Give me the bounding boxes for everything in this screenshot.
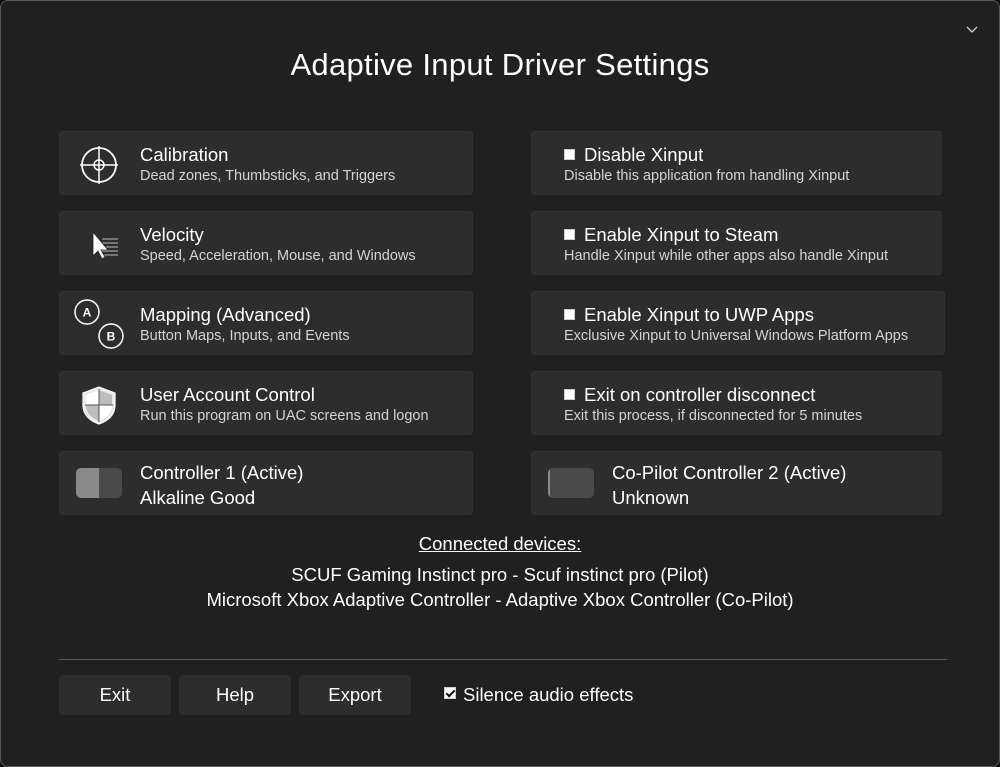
option-description: Disable this application from handling X…	[564, 168, 850, 184]
shield-icon	[78, 384, 120, 426]
battery-fill	[548, 468, 551, 498]
battery-indicator	[76, 468, 122, 498]
controller-status: Alkaline Good	[140, 487, 256, 508]
ab-buttons-icon: A B	[72, 298, 128, 352]
velocity-card[interactable]: Velocity Speed, Acceleration, Mouse, and…	[59, 211, 473, 275]
device-item: SCUF Gaming Instinct pro - Scuf instinct…	[291, 564, 709, 585]
option-description: Exclusive Xinput to Universal Windows Pl…	[564, 328, 909, 344]
exit-on-disconnect-option[interactable]: Exit on controller disconnect Exit this …	[531, 371, 942, 435]
settings-window: Adaptive Input Driver Settings Calibrati…	[0, 0, 1000, 767]
enable-xinput-steam-option[interactable]: Enable Xinput to Steam Handle Xinput whi…	[531, 211, 942, 275]
help-button[interactable]: Help	[179, 675, 291, 715]
card-description: Button Maps, Inputs, and Events	[140, 328, 350, 344]
enable-xinput-uwp-option[interactable]: Enable Xinput to UWP Apps Exclusive Xinp…	[531, 291, 945, 355]
controller-name: Controller 1 (Active)	[140, 462, 304, 483]
card-description: Speed, Acceleration, Mouse, and Windows	[140, 248, 416, 264]
controller-1-card: Controller 1 (Active) Alkaline Good	[59, 451, 473, 515]
controller-2-card: Co-Pilot Controller 2 (Active) Unknown	[531, 451, 942, 515]
card-description: Run this program on UAC screens and logo…	[140, 408, 429, 424]
cursor-speed-icon	[78, 224, 120, 266]
enable-xinput-uwp-checkbox[interactable]	[564, 309, 575, 320]
device-item: Microsoft Xbox Adaptive Controller - Ada…	[206, 589, 794, 610]
disable-xinput-option[interactable]: Disable Xinput Disable this application …	[531, 131, 942, 195]
silence-audio-checkbox[interactable]	[444, 687, 456, 699]
crosshair-icon	[78, 144, 120, 186]
card-heading: User Account Control	[140, 384, 315, 405]
exit-on-disconnect-checkbox[interactable]	[564, 389, 575, 400]
option-description: Handle Xinput while other apps also hand…	[564, 248, 889, 264]
card-description: Dead zones, Thumbsticks, and Triggers	[140, 168, 396, 184]
mapping-card[interactable]: A B Mapping (Advanced) Button Maps, Inpu…	[59, 291, 473, 355]
enable-xinput-steam-checkbox[interactable]	[564, 229, 575, 240]
option-label: Enable Xinput to UWP Apps	[584, 304, 815, 325]
exit-button[interactable]: Exit	[59, 675, 171, 715]
uac-card[interactable]: User Account Control Run this program on…	[59, 371, 473, 435]
option-label: Enable Xinput to Steam	[584, 224, 779, 245]
page-title: Adaptive Input Driver Settings	[290, 47, 710, 82]
silence-audio-label[interactable]: Silence audio effects	[463, 684, 633, 706]
calibration-card[interactable]: Calibration Dead zones, Thumbsticks, and…	[59, 131, 473, 195]
controller-name: Co-Pilot Controller 2 (Active)	[612, 462, 847, 483]
chevron-down-icon[interactable]	[963, 21, 981, 39]
option-label: Disable Xinput	[584, 144, 704, 165]
option-label: Exit on controller disconnect	[584, 384, 816, 405]
b-button-label: B	[107, 330, 116, 344]
controller-status: Unknown	[612, 487, 690, 508]
card-heading: Mapping (Advanced)	[140, 304, 311, 325]
battery-fill	[76, 468, 99, 498]
card-heading: Velocity	[140, 224, 204, 245]
battery-indicator	[548, 468, 594, 498]
a-button-label: A	[83, 306, 92, 320]
option-description: Exit this process, if disconnected for 5…	[564, 408, 863, 424]
card-heading: Calibration	[140, 144, 229, 165]
export-button[interactable]: Export	[299, 675, 411, 715]
divider	[59, 659, 947, 660]
disable-xinput-checkbox[interactable]	[564, 149, 575, 160]
connected-devices-label: Connected devices:	[418, 533, 582, 554]
